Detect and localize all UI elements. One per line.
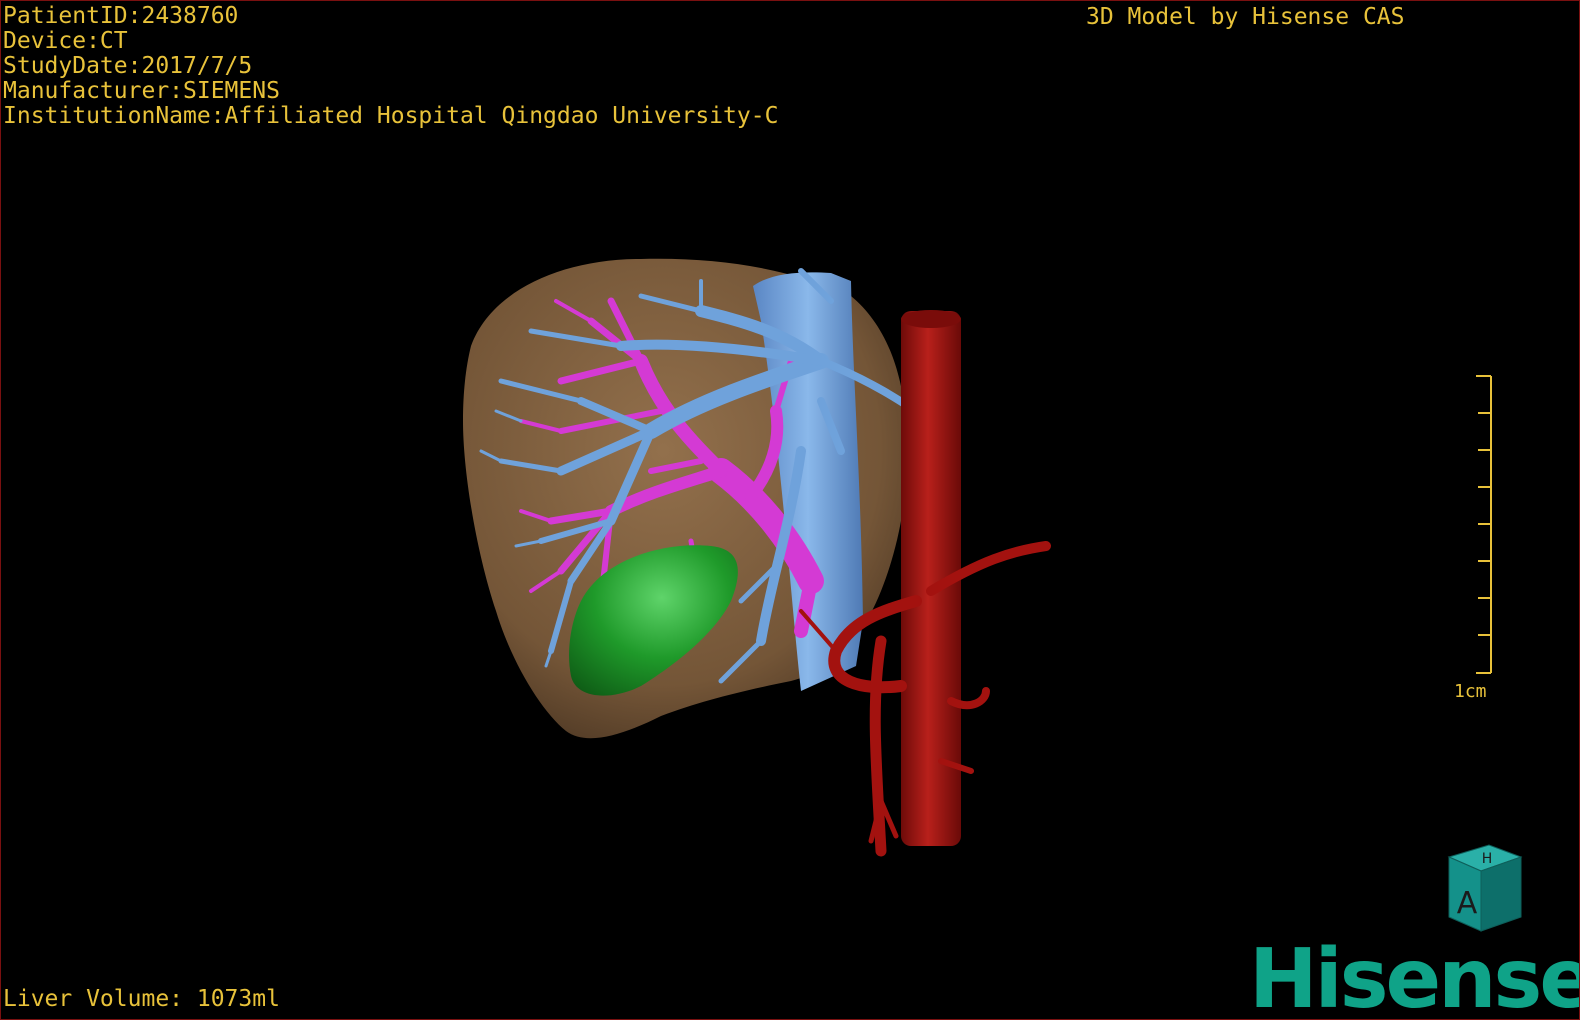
scale-bar-label: 1cm	[1454, 681, 1487, 702]
3d-viewport[interactable]: PatientID:2438760 Device:CT StudyDate:20…	[0, 0, 1580, 1020]
orientation-cube-icon[interactable]: A H	[1429, 837, 1529, 941]
cube-front-label: A	[1457, 886, 1478, 921]
liver-3d-model[interactable]	[1, 1, 1580, 1020]
hisense-logo: Hisense	[1249, 932, 1580, 1020]
cube-top-label: H	[1482, 851, 1493, 867]
scale-bar	[1476, 375, 1492, 674]
liver-volume-text: Liver Volume: 1073ml	[3, 986, 280, 1012]
